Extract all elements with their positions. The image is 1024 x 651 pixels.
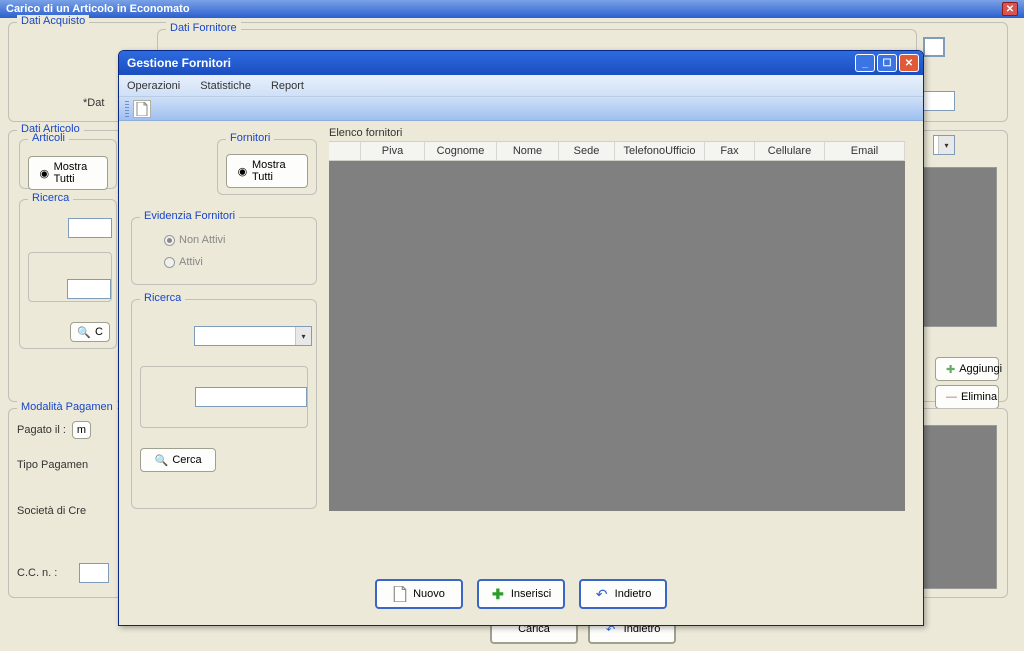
cerca-button[interactable]: 🔍 Cerca [140,448,216,472]
minimize-button[interactable]: _ [855,54,875,72]
radio-non-attivi[interactable]: Non Attivi [164,234,308,246]
group-title-ricerca-bg: Ricerca [28,192,73,204]
mostra-tutti-fornitori-label: Mostra Tutti [252,159,297,183]
elimina-label: Elimina [961,391,997,403]
ricerca-text-input[interactable] [195,387,307,407]
group-title-ricerca-dialog: Ricerca [140,292,185,304]
col-selector[interactable] [329,142,361,160]
bullet-icon: ◉ [237,164,248,178]
menu-operazioni[interactable]: Operazioni [127,80,180,92]
aggiungi-label: Aggiungi [959,363,1002,375]
ccn-input[interactable] [79,563,109,583]
group-articoli: Articoli ◉ Mostra Tutti [19,139,117,189]
group-title-modalita: Modalità Pagamen [17,401,117,413]
col-nome[interactable]: Nome [497,142,559,160]
group-title-articoli: Articoli [28,132,69,144]
aggiungi-button[interactable]: ✚ Aggiungi [935,357,999,381]
minus-icon: ― [946,390,957,404]
search-button-bg[interactable]: 🔍 C [70,322,110,342]
new-document-icon[interactable] [133,100,151,118]
inserisci-button[interactable]: ✚ Inserisci [477,579,565,609]
undo-icon: ↶ [595,587,609,601]
c-label: C [95,326,103,338]
table-body[interactable] [329,161,905,511]
tipo-pagamento-label: Tipo Pagamen [17,459,88,471]
ricerca-subpanel [28,252,112,302]
radio-icon [164,235,175,246]
menu-statistiche[interactable]: Statistiche [200,80,251,92]
group-title-fornitori: Fornitori [226,132,274,144]
radio-icon [164,257,175,268]
chevron-down-icon: ▾ [938,136,954,154]
ccn-label: C.C. n. : [17,567,57,579]
plus-icon: ✚ [491,587,505,601]
close-button[interactable]: ✕ [899,54,919,72]
plus-icon: ✚ [946,362,955,376]
col-sede[interactable]: Sede [559,142,615,160]
m-label: m [77,424,86,436]
search-icon: 🔍 [154,453,168,467]
outer-window-title: Carico di un Articolo in Economato [6,3,190,15]
search-icon: 🔍 [77,325,91,339]
societa-credito-label: Società di Cre [17,505,86,517]
dialog-button-row: Nuovo ✚ Inserisci ↶ Indietro [119,579,923,609]
mostra-tutti-fornitori-button[interactable]: ◉ Mostra Tutti [226,154,308,188]
group-ricerca-dialog: Ricerca ▾ 🔍 Cerca [131,299,317,509]
nuovo-button[interactable]: Nuovo [375,579,463,609]
col-cognome[interactable]: Cognome [425,142,497,160]
close-icon[interactable]: ✕ [1002,2,1018,16]
attivi-label: Attivi [179,256,203,268]
ricerca-combo[interactable]: ▾ [194,326,312,346]
group-title-evidenzia: Evidenzia Fornitori [140,210,239,222]
group-fornitori: Fornitori ◉ Mostra Tutti [217,139,317,195]
radio-attivi[interactable]: Attivi [164,256,308,268]
indietro-button[interactable]: ↶ Indietro [579,579,667,609]
non-attivi-label: Non Attivi [179,234,225,246]
group-evidenzia-fornitori: Evidenzia Fornitori Non Attivi Attivi [131,217,317,285]
group-ricerca-bg: Ricerca 🔍 C [19,199,117,349]
maximize-button[interactable]: ☐ [877,54,897,72]
ricerca-subgroup [140,366,308,428]
indietro-label: Indietro [615,588,652,600]
chevron-down-icon: ▾ [295,327,311,345]
pagato-il-label: Pagato il : [17,424,66,436]
dialog-gestione-fornitori: Gestione Fornitori _ ☐ ✕ Operazioni Stat… [118,50,924,626]
combo-articolo[interactable]: ▾ [933,135,955,155]
table-header: Piva Cognome Nome Sede TelefonoUfficio F… [329,141,905,161]
bullet-icon: ◉ [39,166,50,180]
elimina-button[interactable]: ― Elimina [935,385,999,409]
col-email[interactable]: Email [825,142,905,160]
col-cellulare[interactable]: Cellulare [755,142,825,160]
nuovo-label: Nuovo [413,588,445,600]
cerca-label: Cerca [172,454,201,466]
menu-report[interactable]: Report [271,80,304,92]
input-top-right[interactable] [923,37,945,57]
toolbar-grip [125,101,129,117]
col-piva[interactable]: Piva [361,142,425,160]
ricerca-input-2[interactable] [67,279,111,299]
dialog-titlebar: Gestione Fornitori _ ☐ ✕ [119,51,923,75]
mostra-tutti-articoli-button[interactable]: ◉ Mostra Tutti [28,156,108,190]
dialog-menubar: Operazioni Statistiche Report [119,75,923,97]
group-title-dati-fornitore: Dati Fornitore [166,22,241,34]
table-title: Elenco fornitori [329,127,402,139]
input-right-2[interactable] [921,91,955,111]
dialog-title: Gestione Fornitori [127,56,231,70]
ricerca-input-1[interactable] [68,218,112,238]
outer-titlebar: Carico di un Articolo in Economato ✕ [0,0,1024,18]
col-fax[interactable]: Fax [705,142,755,160]
new-icon [393,587,407,601]
group-title-dati-acquisto: Dati Acquisto [17,15,89,27]
dialog-toolbar [119,97,923,121]
inserisci-label: Inserisci [511,588,551,600]
table-fornitori: Piva Cognome Nome Sede TelefonoUfficio F… [329,141,905,511]
col-telefono[interactable]: TelefonoUfficio [615,142,705,160]
label-dat: *Dat [83,97,104,109]
mostra-tutti-label: Mostra Tutti [54,161,97,185]
m-button[interactable]: m [72,421,91,439]
